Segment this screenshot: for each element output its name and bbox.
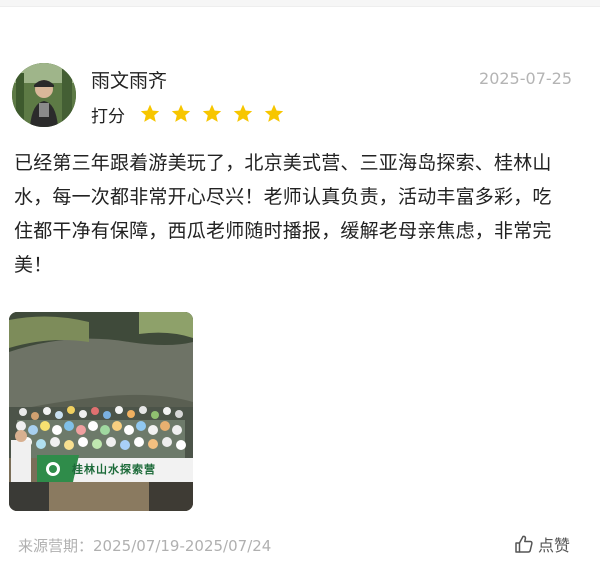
- review-date: 2025-07-25: [479, 69, 572, 88]
- star-rating: [139, 103, 294, 125]
- rating-row: 打分: [91, 101, 294, 127]
- like-label: 点赞: [537, 536, 570, 555]
- star-icon: [170, 103, 192, 125]
- photo-banner-text: 桂林山水探索营: [72, 463, 156, 476]
- source-label: 来源营期：: [18, 537, 94, 555]
- star-icon: [232, 103, 254, 125]
- star-icon: [139, 103, 161, 125]
- thumbs-up-icon: [514, 534, 534, 554]
- source-dates: 2025/07/19-2025/07/24: [93, 537, 272, 555]
- avatar[interactable]: [12, 63, 76, 127]
- rating-label: 打分: [91, 106, 125, 127]
- username: 雨文雨齐: [91, 70, 168, 92]
- review-photo[interactable]: [9, 312, 193, 511]
- review-text: 已经第三年跟着游美玩了，北京美式营、三亚海岛探索、桂林山水，每一次都非常开心尽兴…: [14, 152, 552, 276]
- star-icon: [263, 103, 285, 125]
- top-divider: [0, 0, 600, 7]
- star-icon: [201, 103, 223, 125]
- source-period: 来源营期：2025/07/19-2025/07/24: [18, 535, 271, 556]
- review-card: 雨文雨齐 2025-07-25 打分 已经第三年跟着游美玩了，北京美式营、三亚海…: [0, 7, 600, 587]
- like-button[interactable]: 点赞: [514, 532, 570, 556]
